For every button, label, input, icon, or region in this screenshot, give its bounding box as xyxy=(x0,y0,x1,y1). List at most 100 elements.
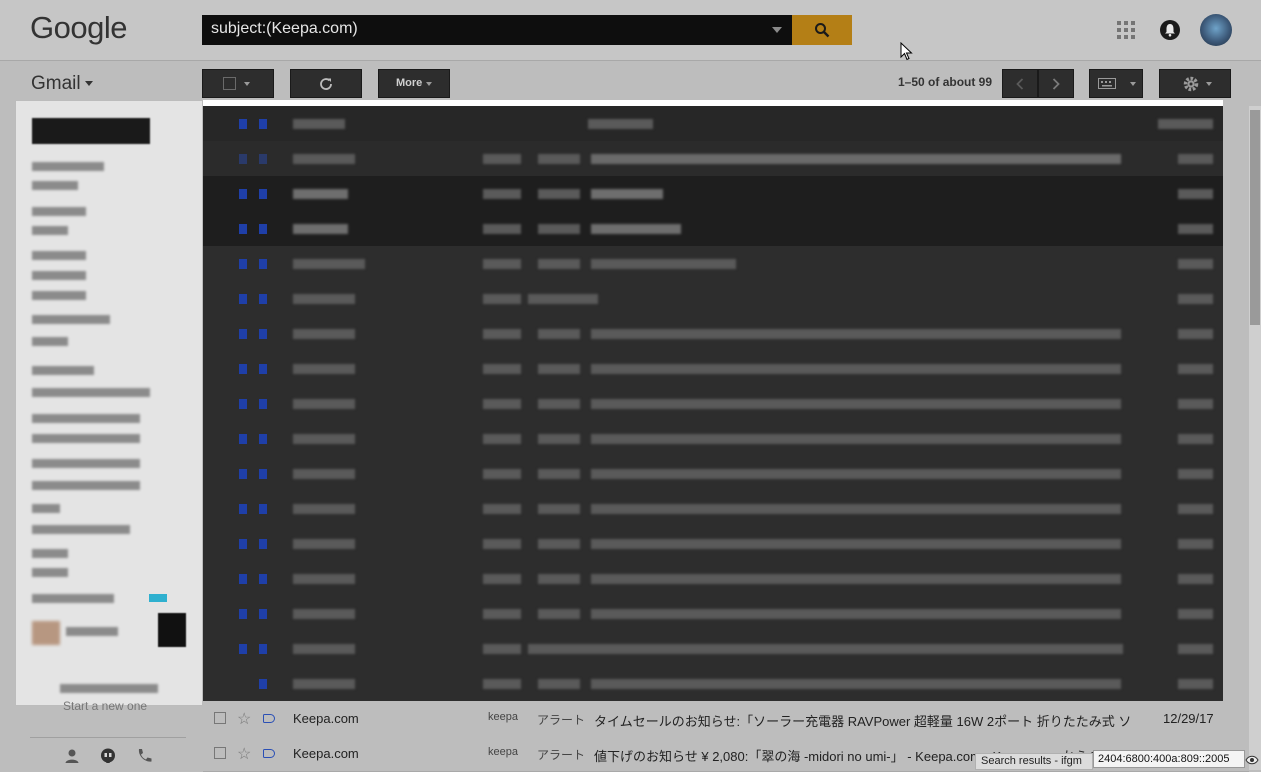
hangouts-contact-photo[interactable] xyxy=(158,613,186,647)
refresh-button[interactable] xyxy=(290,69,362,98)
label-marker-icon xyxy=(259,154,267,164)
obscured-label xyxy=(538,189,580,199)
search-input[interactable]: subject:(Keepa.com) xyxy=(202,15,792,45)
important-marker-icon xyxy=(239,644,247,654)
label-chip[interactable]: アラート xyxy=(537,746,585,763)
obscured-date xyxy=(1158,119,1213,129)
sidebar-item[interactable] xyxy=(32,434,140,443)
obscured-label xyxy=(483,504,521,514)
obscured-label xyxy=(538,469,580,479)
obscured-date xyxy=(1178,329,1213,339)
table-row[interactable] xyxy=(203,281,1223,317)
obscured-label xyxy=(538,434,580,444)
sidebar-item[interactable] xyxy=(32,481,140,490)
sidebar-item[interactable] xyxy=(32,162,104,171)
table-row[interactable] xyxy=(203,176,1223,212)
obscured-sender xyxy=(293,609,355,619)
sidebar-item[interactable] xyxy=(32,568,68,577)
sidebar-item[interactable] xyxy=(32,525,130,534)
row-checkbox[interactable] xyxy=(214,712,226,724)
obscured-label xyxy=(538,259,580,269)
label-marker-icon xyxy=(259,679,267,689)
table-row[interactable] xyxy=(203,211,1223,247)
label-marker-icon xyxy=(259,504,267,514)
avatar[interactable] xyxy=(1200,14,1232,46)
important-marker-icon xyxy=(239,609,247,619)
importance-marker-icon[interactable] xyxy=(263,749,275,758)
phone-icon[interactable] xyxy=(135,747,153,765)
obscured-sender xyxy=(293,294,355,304)
label-marker-icon xyxy=(259,119,267,129)
obscured-date xyxy=(1178,259,1213,269)
obscured-label xyxy=(538,399,580,409)
sidebar-item[interactable] xyxy=(32,207,86,216)
sidebar-item[interactable] xyxy=(32,251,86,260)
star-icon[interactable]: ☆ xyxy=(237,744,251,764)
important-marker-icon xyxy=(239,574,247,584)
scrollbar-thumb[interactable] xyxy=(1250,110,1260,325)
obscured-label xyxy=(483,364,521,374)
sidebar-item[interactable] xyxy=(32,226,68,235)
more-button[interactable]: More xyxy=(378,69,450,98)
sidebar-item[interactable] xyxy=(32,291,86,300)
sidebar-item[interactable] xyxy=(32,459,140,468)
sidebar-item[interactable] xyxy=(32,594,114,603)
label-marker-icon xyxy=(259,329,267,339)
row-checkbox[interactable] xyxy=(214,747,226,759)
obscured-label xyxy=(483,469,521,479)
sidebar-item[interactable] xyxy=(32,181,78,190)
obscured-label xyxy=(483,539,521,549)
important-marker-icon xyxy=(239,329,247,339)
settings-button[interactable] xyxy=(1159,69,1231,98)
select-all-button[interactable] xyxy=(202,69,274,98)
sidebar-item[interactable] xyxy=(32,549,68,558)
search-button[interactable] xyxy=(792,15,852,45)
input-tools-button[interactable] xyxy=(1089,69,1143,98)
google-logo[interactable]: Google xyxy=(30,10,127,46)
hangouts-avatar[interactable] xyxy=(32,621,60,645)
sidebar-item[interactable] xyxy=(32,414,140,423)
sidebar-item[interactable] xyxy=(32,315,110,324)
label-marker-icon xyxy=(259,644,267,654)
notifications-icon[interactable] xyxy=(1160,20,1180,40)
obscured-label xyxy=(538,609,580,619)
gmail-menu[interactable]: Gmail xyxy=(31,73,93,95)
sender: Keepa.com xyxy=(293,746,359,761)
message-list-obscured xyxy=(203,106,1223,706)
search-icon xyxy=(815,23,830,38)
obscured-label xyxy=(483,399,521,409)
newer-button[interactable] xyxy=(1002,69,1038,98)
apps-icon[interactable] xyxy=(1117,21,1135,39)
table-row[interactable]: ☆ Keepa.com keepa アラート タイムセールのお知らせ:「ソーラー… xyxy=(203,701,1249,737)
sidebar-item[interactable] xyxy=(60,684,158,693)
obscured-sender xyxy=(293,329,355,339)
label-chip[interactable]: keepa xyxy=(488,711,518,723)
hangouts-contact[interactable] xyxy=(66,627,118,636)
obscured-label xyxy=(538,329,580,339)
sidebar-item[interactable] xyxy=(32,388,150,397)
label-marker-icon xyxy=(259,294,267,304)
star-icon[interactable]: ☆ xyxy=(237,709,251,729)
obscured-subject xyxy=(591,504,1121,514)
search-options-caret-icon[interactable] xyxy=(772,27,782,33)
obscured-label xyxy=(483,609,521,619)
start-new-hangout-link[interactable]: Start a new one xyxy=(63,699,147,713)
older-button[interactable] xyxy=(1038,69,1074,98)
sidebar-item[interactable] xyxy=(32,271,86,280)
obscured-compose-button[interactable] xyxy=(32,118,150,144)
link-status-text: Search results - ifgm xyxy=(975,753,1093,770)
sidebar-item[interactable] xyxy=(32,366,94,375)
person-icon[interactable] xyxy=(63,747,81,765)
hangouts-icon[interactable] xyxy=(99,747,117,765)
obscured-subject xyxy=(591,154,1121,164)
obscured-sender xyxy=(293,679,355,689)
sidebar-item[interactable] xyxy=(32,504,60,513)
obscured-subject xyxy=(591,399,1121,409)
table-row[interactable] xyxy=(203,106,1223,142)
sidebar-item[interactable] xyxy=(32,337,68,346)
label-chip[interactable]: keepa xyxy=(488,746,518,758)
obscured-label xyxy=(483,189,521,199)
eye-icon[interactable] xyxy=(1245,754,1259,766)
importance-marker-icon[interactable] xyxy=(263,714,275,723)
label-chip[interactable]: アラート xyxy=(537,711,585,728)
